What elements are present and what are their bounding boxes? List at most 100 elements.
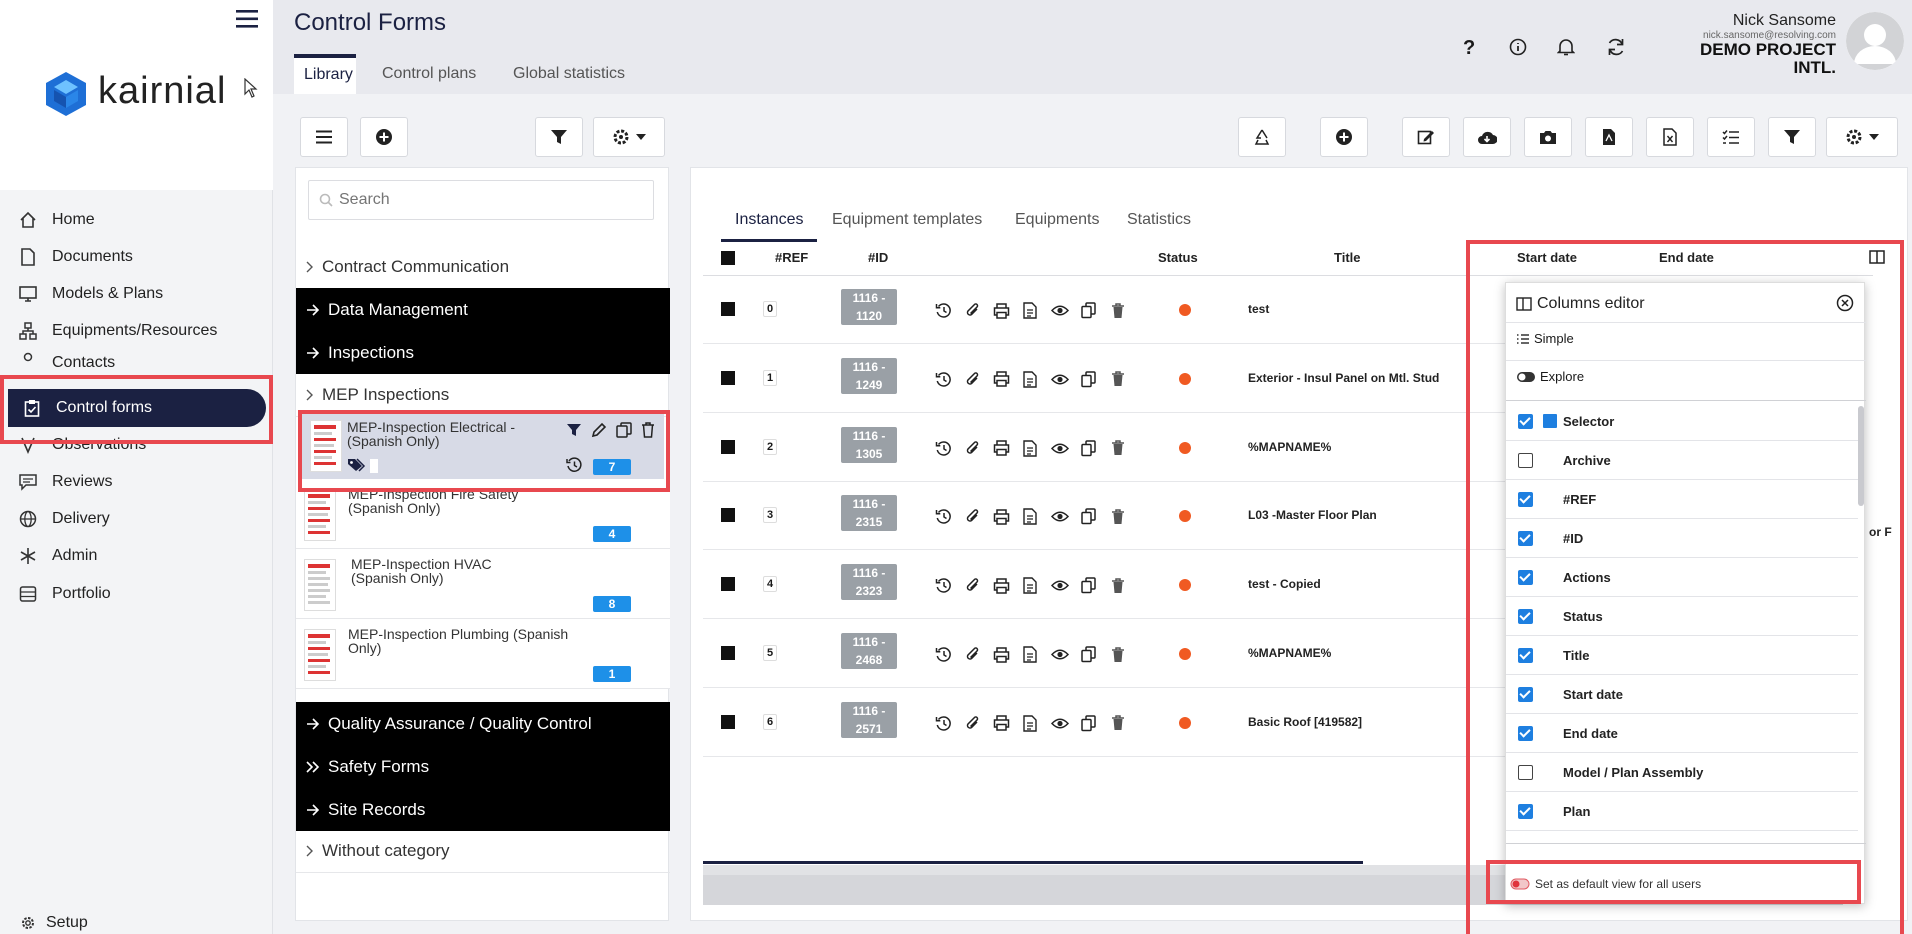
export-pdf-button[interactable] bbox=[1585, 117, 1633, 157]
search-field[interactable] bbox=[308, 180, 654, 220]
tab-statistics[interactable]: Statistics bbox=[1127, 198, 1191, 242]
tab-global-statistics[interactable]: Global statistics bbox=[503, 54, 635, 94]
trash-icon[interactable] bbox=[1107, 713, 1128, 734]
history-icon[interactable] bbox=[933, 438, 954, 459]
eye-icon[interactable] bbox=[1049, 713, 1070, 734]
paperclip-icon[interactable] bbox=[962, 506, 983, 527]
copy-icon[interactable] bbox=[1078, 644, 1099, 665]
trash-icon[interactable] bbox=[1107, 644, 1128, 665]
copy-icon[interactable] bbox=[1078, 438, 1099, 459]
report-icon[interactable] bbox=[1020, 506, 1041, 527]
trash-icon[interactable] bbox=[1107, 369, 1128, 390]
row-checkbox[interactable] bbox=[721, 508, 735, 523]
instances-settings-button[interactable] bbox=[1826, 117, 1898, 157]
avatar[interactable] bbox=[1846, 12, 1904, 70]
tab-equipments[interactable]: Equipments bbox=[1015, 198, 1100, 242]
row-checkbox[interactable] bbox=[721, 577, 735, 592]
trash-icon[interactable] bbox=[1107, 300, 1128, 321]
sidebar-item-models-plans[interactable]: Models & Plans bbox=[18, 276, 163, 312]
list-toggle-button[interactable] bbox=[300, 117, 348, 157]
history-icon[interactable] bbox=[933, 300, 954, 321]
print-icon[interactable] bbox=[991, 438, 1012, 459]
tab-library[interactable]: Library bbox=[294, 54, 356, 94]
eye-icon[interactable] bbox=[1049, 438, 1070, 459]
report-icon[interactable] bbox=[1020, 575, 1041, 596]
camera-button[interactable] bbox=[1524, 117, 1572, 157]
sidebar-item-contacts[interactable]: Contacts bbox=[18, 350, 115, 370]
paperclip-icon[interactable] bbox=[962, 300, 983, 321]
history-icon[interactable] bbox=[933, 575, 954, 596]
category-qa-qc[interactable]: Quality Assurance / Quality Control bbox=[296, 702, 670, 745]
paperclip-icon[interactable] bbox=[962, 644, 983, 665]
settings-dropdown-button[interactable] bbox=[593, 117, 665, 157]
search-input[interactable] bbox=[339, 191, 639, 209]
eye-icon[interactable] bbox=[1049, 575, 1070, 596]
category-without-category[interactable]: Without category bbox=[296, 830, 670, 873]
setup-link[interactable]: Setup bbox=[18, 913, 88, 933]
sidebar-item-reviews[interactable]: Reviews bbox=[18, 464, 112, 500]
column-header-title[interactable]: Title bbox=[1334, 250, 1361, 265]
row-title[interactable]: test bbox=[1248, 302, 1269, 316]
row-title[interactable]: L03 -Master Floor Plan bbox=[1248, 508, 1377, 522]
row-checkbox[interactable] bbox=[721, 714, 735, 729]
sidebar-item-equipments[interactable]: Equipments/Resources bbox=[18, 313, 217, 349]
paperclip-icon[interactable] bbox=[962, 575, 983, 596]
column-header-status[interactable]: Status bbox=[1158, 250, 1198, 265]
horizontal-scrollbar-track[interactable] bbox=[703, 861, 1363, 864]
category-contract-communication[interactable]: Contract Communication bbox=[296, 245, 670, 288]
history-icon[interactable] bbox=[933, 369, 954, 390]
print-icon[interactable] bbox=[991, 506, 1012, 527]
category-safety-forms[interactable]: Safety Forms bbox=[296, 745, 670, 788]
hamburger-menu-icon[interactable] bbox=[236, 9, 258, 29]
row-title[interactable]: Exterior - Insul Panel on Mtl. Stud bbox=[1248, 371, 1439, 385]
eye-icon[interactable] bbox=[1049, 644, 1070, 665]
tab-equipment-templates[interactable]: Equipment templates bbox=[832, 198, 982, 242]
form-item-plumbing[interactable]: MEP-Inspection Plumbing (Spanish Only) 1 bbox=[296, 619, 670, 689]
history-icon[interactable] bbox=[933, 644, 954, 665]
trash-icon[interactable] bbox=[1107, 575, 1128, 596]
sidebar-item-delivery[interactable]: Delivery bbox=[18, 501, 110, 537]
report-icon[interactable] bbox=[1020, 713, 1041, 734]
report-icon[interactable] bbox=[1020, 369, 1041, 390]
form-item-hvac[interactable]: MEP-Inspection HVAC (Spanish Only) 8 bbox=[296, 549, 670, 619]
row-checkbox[interactable] bbox=[721, 302, 735, 316]
row-checkbox[interactable] bbox=[721, 439, 735, 454]
tab-control-plans[interactable]: Control plans bbox=[372, 54, 486, 94]
print-icon[interactable] bbox=[991, 713, 1012, 734]
trash-icon[interactable] bbox=[1107, 506, 1128, 527]
recycle-button[interactable] bbox=[1238, 117, 1286, 157]
category-inspections[interactable]: Inspections bbox=[296, 331, 670, 374]
sidebar-item-admin[interactable]: Admin bbox=[18, 538, 97, 574]
copy-icon[interactable] bbox=[1078, 506, 1099, 527]
sidebar-item-home[interactable]: Home bbox=[18, 202, 95, 238]
paperclip-icon[interactable] bbox=[962, 369, 983, 390]
refresh-icon[interactable] bbox=[1606, 37, 1626, 57]
sidebar-item-documents[interactable]: Documents bbox=[18, 239, 133, 275]
category-site-records[interactable]: Site Records bbox=[296, 788, 670, 831]
instances-filter-button[interactable] bbox=[1768, 117, 1816, 157]
info-icon[interactable] bbox=[1509, 38, 1527, 56]
tab-instances[interactable]: Instances bbox=[721, 198, 818, 242]
select-all-checkbox[interactable] bbox=[721, 251, 735, 265]
report-icon[interactable] bbox=[1020, 300, 1041, 321]
eye-icon[interactable] bbox=[1049, 369, 1070, 390]
checklist-button[interactable] bbox=[1707, 117, 1755, 157]
report-icon[interactable] bbox=[1020, 438, 1041, 459]
help-icon[interactable]: ? bbox=[1463, 37, 1475, 60]
sidebar-item-portfolio[interactable]: Portfolio bbox=[18, 576, 111, 612]
copy-icon[interactable] bbox=[1078, 369, 1099, 390]
row-title[interactable]: %MAPNAME% bbox=[1248, 440, 1331, 454]
row-title[interactable]: %MAPNAME% bbox=[1248, 646, 1331, 660]
export-excel-button[interactable] bbox=[1646, 117, 1694, 157]
history-icon[interactable] bbox=[933, 713, 954, 734]
bell-icon[interactable] bbox=[1557, 37, 1575, 57]
trash-icon[interactable] bbox=[1107, 438, 1128, 459]
row-checkbox[interactable] bbox=[721, 370, 735, 385]
copy-icon[interactable] bbox=[1078, 575, 1099, 596]
print-icon[interactable] bbox=[991, 300, 1012, 321]
add-category-button[interactable] bbox=[360, 117, 408, 157]
column-header-id[interactable]: #ID bbox=[868, 250, 888, 265]
report-icon[interactable] bbox=[1020, 644, 1041, 665]
paperclip-icon[interactable] bbox=[962, 713, 983, 734]
row-title[interactable]: Basic Roof [419582] bbox=[1248, 715, 1362, 729]
